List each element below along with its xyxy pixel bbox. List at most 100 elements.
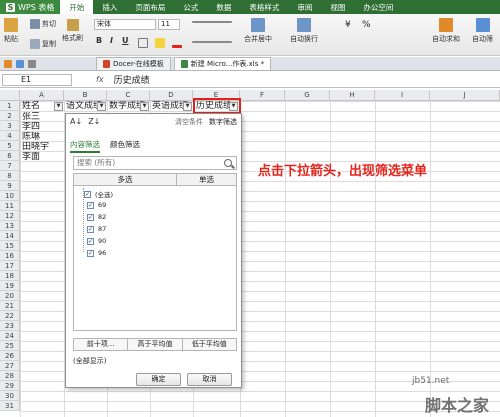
cut-button[interactable]: 剪切 [30, 19, 56, 29]
menu-home[interactable]: 开始 [60, 0, 94, 14]
select-all-corner[interactable] [0, 90, 20, 101]
col-header-f[interactable]: F [240, 90, 285, 101]
tab-content-filter[interactable]: 内容筛选 [70, 139, 100, 153]
row-header[interactable]: 8 [0, 171, 20, 181]
name-box[interactable]: E1 [2, 73, 72, 86]
ok-button[interactable]: 确定 [136, 373, 181, 386]
filter-dropdown-c[interactable]: ▼ [140, 102, 149, 111]
menu-data[interactable]: 数据 [207, 0, 240, 14]
row-header[interactable]: 11 [0, 201, 20, 211]
row-header[interactable]: 6 [0, 151, 20, 161]
tab-new-workbook[interactable]: 新建 Micro...作表.xls * [173, 57, 272, 70]
row-header[interactable]: 30 [0, 391, 20, 401]
above-average-button[interactable]: 高于平均值 [128, 339, 183, 350]
col-header-h[interactable]: H [330, 90, 375, 101]
row-header[interactable]: 15 [0, 241, 20, 251]
sort-ascending-button[interactable]: A↓ [70, 117, 82, 126]
menu-formulas[interactable]: 公式 [174, 0, 207, 14]
row-header[interactable]: 21 [0, 301, 20, 311]
search-icon[interactable] [224, 159, 232, 167]
numeric-filter-button[interactable]: 数字筛选 [209, 117, 237, 127]
cell-a3[interactable]: 李四 [22, 122, 40, 132]
col-header-i[interactable]: I [375, 90, 430, 101]
menu-review[interactable]: 审阅 [288, 0, 321, 14]
col-header-c[interactable]: C [107, 90, 150, 101]
top-ten-button[interactable]: 前十项... [74, 339, 129, 350]
auto-sum-button[interactable]: 自动求和 [432, 18, 460, 44]
border-icon[interactable] [138, 38, 148, 48]
paste-button[interactable]: 粘贴 [4, 18, 18, 44]
font-color-icon[interactable] [172, 38, 182, 48]
row-header[interactable]: 4 [0, 131, 20, 141]
row-header[interactable]: 17 [0, 261, 20, 271]
list-item-select-all[interactable]: ✓ (全选) [84, 189, 113, 199]
row-header[interactable]: 27 [0, 361, 20, 371]
align-top-icons[interactable] [192, 21, 232, 23]
cell-a6[interactable]: 李面 [22, 152, 40, 162]
below-average-button[interactable]: 低于平均值 [182, 339, 236, 350]
row-header[interactable]: 1 [0, 101, 20, 111]
col-header-j[interactable]: J [430, 90, 500, 101]
row-header[interactable]: 26 [0, 351, 20, 361]
filter-dropdown-b[interactable]: ▼ [97, 102, 106, 111]
clear-conditions-button[interactable]: 清空条件 [175, 117, 203, 127]
row-header[interactable]: 12 [0, 211, 20, 221]
row-header[interactable]: 24 [0, 331, 20, 341]
sort-descending-button[interactable]: Z↓ [88, 117, 100, 126]
print-icon[interactable] [28, 59, 36, 68]
list-item[interactable]: ✓ 82 [87, 213, 106, 221]
tab-docer-templates[interactable]: Docer-在线模板 [96, 57, 171, 70]
merge-center-button[interactable]: 合并居中 [244, 18, 272, 44]
row-header[interactable]: 14 [0, 231, 20, 241]
menu-view[interactable]: 视图 [321, 0, 354, 14]
menu-page-layout[interactable]: 页面布局 [126, 0, 174, 14]
menu-table-style[interactable]: 表格样式 [240, 0, 288, 14]
cancel-button[interactable]: 取消 [187, 373, 232, 386]
row-header[interactable]: 29 [0, 381, 20, 391]
row-header[interactable]: 18 [0, 271, 20, 281]
currency-button[interactable]: ¥ [345, 20, 351, 30]
font-size-select[interactable]: 11 [158, 19, 180, 30]
row-header[interactable]: 22 [0, 311, 20, 321]
font-family-select[interactable]: 宋体 [94, 19, 156, 30]
row-header[interactable]: 2 [0, 111, 20, 121]
row-header[interactable]: 19 [0, 281, 20, 291]
list-item[interactable]: ✓ 69 [87, 201, 106, 209]
row-header[interactable]: 28 [0, 371, 20, 381]
col-header-g[interactable]: G [285, 90, 330, 101]
italic-button[interactable]: I [110, 36, 113, 45]
function-button[interactable]: fx [96, 75, 104, 84]
row-header[interactable]: 9 [0, 181, 20, 191]
multi-select-tab[interactable]: 多选 [74, 174, 177, 185]
row-header[interactable]: 31 [0, 401, 20, 411]
list-item[interactable]: ✓ 87 [87, 225, 106, 233]
save-icon[interactable] [16, 59, 24, 68]
tab-color-filter[interactable]: 颜色筛选 [110, 139, 140, 153]
wrap-text-button[interactable]: 自动换行 [290, 18, 318, 44]
row-header[interactable]: 7 [0, 161, 20, 171]
bold-button[interactable]: B [96, 36, 102, 45]
underline-button[interactable]: U [122, 36, 129, 45]
align-horizontal-icons[interactable] [192, 41, 232, 43]
row-header[interactable]: 23 [0, 321, 20, 331]
formula-input[interactable]: 历史成绩 [114, 73, 150, 86]
percent-button[interactable]: % [362, 20, 371, 30]
cell-a4[interactable]: 陈琳 [22, 132, 40, 142]
filter-dropdown-a[interactable]: ▼ [54, 102, 63, 111]
cell-a5[interactable]: 田晓宇 [22, 142, 49, 152]
filter-search-input[interactable]: 搜索 (所有) [73, 156, 237, 170]
col-header-d[interactable]: D [150, 90, 193, 101]
single-select-tab[interactable]: 单选 [177, 174, 236, 185]
fill-color-icon[interactable] [155, 38, 165, 48]
row-header[interactable]: 16 [0, 251, 20, 261]
row-header[interactable]: 3 [0, 121, 20, 131]
col-header-a[interactable]: A [20, 90, 64, 101]
row-header[interactable]: 5 [0, 141, 20, 151]
list-item[interactable]: ✓ 90 [87, 237, 106, 245]
auto-filter-button[interactable]: 自动筛 [472, 18, 493, 44]
menu-insert[interactable]: 插入 [93, 0, 126, 14]
app-menu-button[interactable]: S WPS 表格 [0, 0, 61, 14]
col-header-b[interactable]: B [64, 90, 107, 101]
new-folder-icon[interactable] [4, 59, 12, 68]
filter-dropdown-d[interactable]: ▼ [183, 102, 192, 111]
